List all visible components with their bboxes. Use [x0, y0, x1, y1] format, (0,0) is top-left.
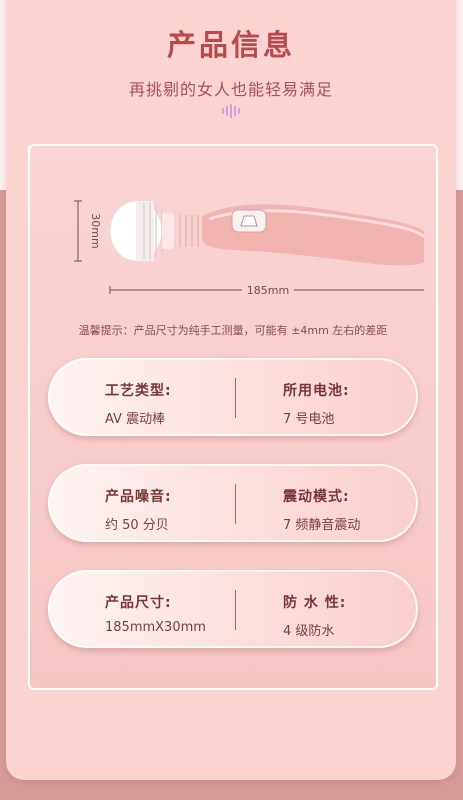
wand-neck	[174, 214, 202, 248]
height-dimension-marker	[74, 200, 82, 262]
spec-cell: 防 水 性: 4 级防水	[283, 592, 346, 639]
spec-label: 产品噪音:	[105, 489, 172, 505]
spec-row: 产品尺寸: 185mmX30mm 防 水 性: 4 级防水	[48, 570, 418, 648]
wand-head	[109, 200, 174, 262]
height-dimension-label: 30mm	[89, 213, 102, 248]
length-dimension-label: 185mm	[247, 284, 289, 297]
spec-label: 工艺类型:	[105, 383, 172, 399]
spec-label: 防 水 性:	[283, 595, 347, 611]
spec-value: AV 震动棒	[105, 412, 166, 427]
power-icon	[240, 215, 258, 227]
spec-value: 约 50 分贝	[105, 518, 169, 533]
spec-value: 7 频静音震动	[283, 518, 361, 533]
spec-value: 7 号电池	[283, 412, 335, 427]
measurement-tip: 温馨提示：产品尺寸为纯手工测量，可能有 ±4mm 左右的差距	[78, 324, 388, 337]
sound-wave-icon	[222, 104, 240, 118]
spec-label: 震动模式:	[283, 489, 350, 505]
spec-cell: 产品尺寸: 185mmX30mm	[105, 592, 206, 635]
spec-value: 4 级防水	[283, 624, 335, 639]
spec-cell: 产品噪音: 约 50 分贝	[105, 486, 172, 533]
spec-value: 185mmX30mm	[105, 620, 206, 635]
spec-label: 所用电池:	[283, 383, 350, 399]
divider	[235, 590, 236, 630]
spec-label: 产品尺寸:	[105, 595, 172, 611]
spec-cell: 震动模式: 7 频静音震动	[283, 486, 360, 533]
page-title: 产品信息	[166, 28, 295, 62]
spec-row: 产品噪音: 约 50 分贝 震动模式: 7 频静音震动	[48, 464, 418, 542]
spec-cell: 工艺类型: AV 震动棒	[105, 380, 172, 427]
spec-cell: 所用电池: 7 号电池	[283, 380, 350, 427]
spec-row: 工艺类型: AV 震动棒 所用电池: 7 号电池	[48, 358, 418, 436]
divider	[235, 378, 236, 418]
divider	[235, 484, 236, 524]
page-subtitle: 再挑剔的女人也能轻易满足	[128, 80, 333, 99]
product-panel: 30mm 185mm 温馨提示：产品尺寸为纯手工测量，可能有 ±4mm 左右的差…	[28, 144, 438, 690]
product-figure: 30mm 185mm	[74, 200, 424, 297]
info-card: 产品信息 再挑剔的女人也能轻易满足 30mm 185mm 温馨提示：产品尺寸为纯…	[6, 0, 456, 780]
